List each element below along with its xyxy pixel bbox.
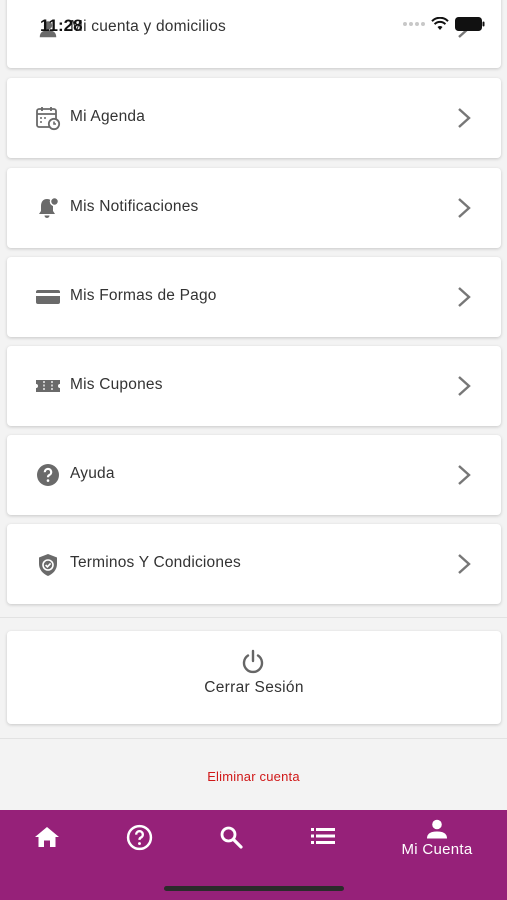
nav-label: Mi Cuenta <box>401 841 473 858</box>
nav-help[interactable] <box>125 824 153 894</box>
search-icon <box>220 826 243 849</box>
menu-item-label: Mis Notificaciones <box>70 198 199 215</box>
help-circle-icon <box>126 824 152 851</box>
chevron-right-icon <box>458 376 471 396</box>
list-icon <box>311 828 335 844</box>
person-icon <box>35 16 61 42</box>
nav-my-account[interactable]: Mi Cuenta <box>392 819 482 889</box>
menu-item-agenda[interactable]: Mi Agenda <box>7 78 501 158</box>
menu-item-notifications[interactable]: Mis Notificaciones <box>7 168 501 248</box>
menu-item-terms[interactable]: Terminos Y Condiciones <box>7 524 501 604</box>
account-icon <box>427 819 447 839</box>
logout-label: Cerrar Sesión <box>204 679 304 696</box>
home-icon <box>35 827 59 847</box>
chevron-right-icon <box>458 18 471 38</box>
chevron-right-icon <box>458 554 471 574</box>
menu-item-account-addresses[interactable]: Mi cuenta y domicilios <box>7 0 501 68</box>
shield-check-icon <box>35 552 61 578</box>
chevron-right-icon <box>458 108 471 128</box>
nav-home[interactable] <box>33 826 61 896</box>
help-icon <box>35 462 61 488</box>
home-indicator <box>164 886 344 891</box>
menu-item-payment-methods[interactable]: Mis Formas de Pago <box>7 257 501 337</box>
menu-item-label: Terminos Y Condiciones <box>70 554 241 571</box>
logout-button[interactable]: Cerrar Sesión <box>7 631 501 724</box>
chevron-right-icon <box>458 465 471 485</box>
nav-search[interactable] <box>218 825 244 895</box>
menu-item-label: Mi cuenta y domicilios <box>70 18 227 35</box>
delete-account-link[interactable]: Eliminar cuenta <box>0 769 507 784</box>
menu-item-label: Ayuda <box>70 465 115 482</box>
chevron-right-icon <box>458 198 471 218</box>
divider <box>0 738 507 739</box>
calendar-clock-icon <box>35 105 61 131</box>
coupon-icon <box>35 373 61 399</box>
power-icon <box>242 649 264 674</box>
divider <box>0 617 507 618</box>
menu-item-help[interactable]: Ayuda <box>7 435 501 515</box>
bell-icon <box>35 195 61 221</box>
menu-item-label: Mis Cupones <box>70 376 163 393</box>
credit-card-icon <box>35 284 61 310</box>
menu-item-label: Mis Formas de Pago <box>70 287 217 304</box>
chevron-right-icon <box>458 287 471 307</box>
menu-item-label: Mi Agenda <box>70 108 146 125</box>
menu-item-coupons[interactable]: Mis Cupones <box>7 346 501 426</box>
